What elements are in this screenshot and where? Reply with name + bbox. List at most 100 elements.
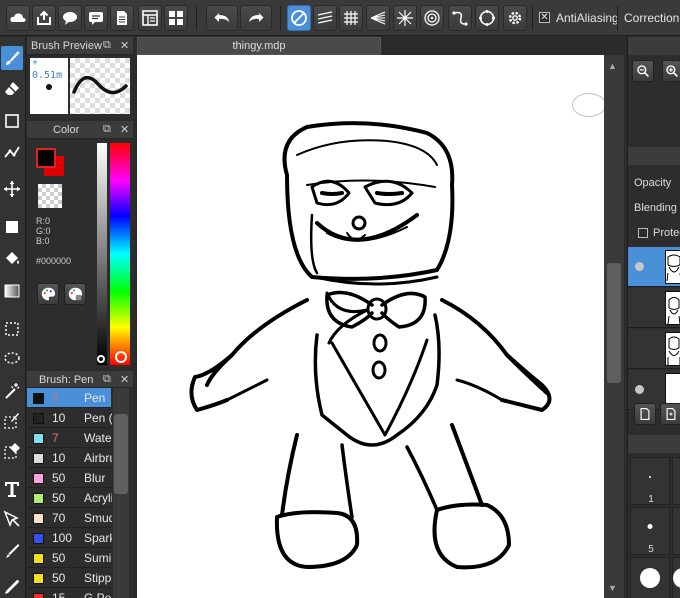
blending-label: Blending	[634, 202, 677, 214]
protect-alpha-checkbox[interactable]	[638, 228, 648, 238]
operation-tool-icon[interactable]	[1, 507, 23, 531]
canvas-vertical-scrollbar[interactable]: ▲ ▼	[604, 55, 624, 598]
pen-pick-tool-icon[interactable]	[1, 540, 23, 564]
layer-thumbnail	[665, 332, 680, 366]
hue-marker[interactable]	[115, 351, 127, 363]
brush-row[interactable]: 70 Smudge	[27, 508, 112, 528]
layout-icon[interactable]	[138, 5, 162, 31]
redo-icon[interactable]	[240, 5, 272, 31]
brush-row[interactable]: 10 Airbrush	[27, 448, 112, 468]
new-layer-options-icon[interactable]	[660, 403, 680, 425]
toolbar-divider	[617, 6, 618, 30]
transparent-color-swatch[interactable]	[38, 184, 62, 208]
magic-wand-tool-icon[interactable]	[1, 379, 23, 403]
palette-icon[interactable]	[37, 283, 59, 305]
brush-size-cell[interactable]: 1	[630, 457, 670, 505]
color-panel: R:0 G:0 B:0 #000000	[27, 140, 133, 368]
export-icon[interactable]	[32, 5, 56, 31]
new-layer-icon[interactable]	[634, 403, 656, 425]
brush-size-cell[interactable]: 5	[630, 507, 670, 555]
brush-size-dot	[647, 524, 653, 529]
brush-row[interactable]: 50 Blur	[27, 468, 111, 488]
drawing-canvas[interactable]	[137, 55, 604, 598]
layer-row[interactable]	[628, 288, 680, 328]
ellipse-snap-icon[interactable]	[475, 5, 499, 31]
brightness-slider[interactable]	[97, 143, 107, 365]
hex-value[interactable]: #000000	[36, 256, 71, 266]
fill-rect-tool-icon[interactable]	[1, 215, 23, 239]
snap-settings-icon[interactable]	[503, 5, 527, 31]
brush-row[interactable]: 100 Sparkle	[27, 528, 112, 548]
brush-row[interactable]: 7 Watercolor	[27, 428, 112, 448]
brush-color-swatch	[33, 413, 44, 424]
brush-row[interactable]: 15 G Pen	[27, 588, 112, 598]
move-tool-icon[interactable]	[1, 177, 23, 201]
close-icon[interactable]: ✕	[120, 123, 129, 136]
brush-name: Sparkle	[84, 531, 112, 545]
eye-icon[interactable]	[635, 385, 644, 394]
gradient-tool-icon[interactable]	[1, 279, 23, 303]
circle-snap-icon[interactable]	[420, 5, 444, 31]
select-pen-tool-icon[interactable]	[1, 409, 23, 433]
brush-color-swatch	[33, 533, 44, 544]
layer-row[interactable]	[628, 247, 680, 287]
brush-tool-icon[interactable]	[1, 46, 23, 70]
grid-snap-icon[interactable]	[339, 5, 363, 31]
brush-size-cell[interactable]	[672, 557, 680, 598]
brush-row[interactable]: 50 Sumi	[27, 548, 111, 568]
hue-slider[interactable]	[110, 143, 130, 365]
antialiasing-checkbox[interactable]: ✕	[539, 12, 550, 23]
message-icon[interactable]	[84, 5, 108, 31]
polyline-tool-icon[interactable]	[1, 140, 23, 164]
brush-row[interactable]: 10 Pen (	[27, 408, 112, 428]
correction-label[interactable]: Correction	[624, 11, 679, 25]
brush-size-cell[interactable]	[672, 507, 680, 555]
zoom-in-icon[interactable]	[662, 60, 680, 82]
curve-snap-icon[interactable]	[448, 5, 472, 31]
scroll-down-arrow-icon[interactable]: ▼	[608, 583, 617, 593]
bucket-tool-icon[interactable]	[1, 247, 23, 271]
parallel-snap-icon[interactable]	[313, 5, 337, 31]
canvas-scroll-thumb[interactable]	[607, 263, 621, 383]
rectangle-tool-icon[interactable]	[1, 109, 23, 133]
scroll-up-arrow-icon[interactable]: ▲	[608, 61, 617, 71]
snap-off-icon[interactable]	[287, 5, 311, 31]
brush-name: Blur	[84, 471, 106, 485]
lasso-tool-icon[interactable]	[1, 347, 23, 371]
popout-icon[interactable]: ⧉	[103, 373, 111, 386]
text-tool-icon[interactable]	[1, 477, 23, 501]
cloud-icon[interactable]	[6, 5, 30, 31]
popout-icon[interactable]: ⧉	[103, 123, 111, 136]
popout-icon[interactable]: ⧉	[103, 39, 111, 52]
zoom-out-icon[interactable]	[632, 60, 654, 82]
eyedropper-tool-icon[interactable]	[1, 575, 23, 598]
brush-name: Pen (	[84, 411, 112, 425]
brush-row[interactable]: 7 Pen	[27, 388, 111, 408]
layer-row[interactable]	[628, 329, 680, 369]
select-tool-icon[interactable]	[1, 317, 23, 341]
brush-size-cell[interactable]	[672, 457, 680, 505]
select-eraser-tool-icon[interactable]	[1, 439, 23, 463]
palette-settings-icon[interactable]	[64, 283, 86, 305]
eraser-tool-icon[interactable]	[1, 77, 23, 101]
document-tab-bar: thingy.mdp	[137, 37, 627, 55]
brush-color-swatch	[33, 593, 44, 598]
brightness-marker[interactable]	[97, 355, 105, 363]
radial-snap-icon[interactable]	[393, 5, 417, 31]
eye-icon[interactable]	[635, 262, 644, 271]
brush-list-scrollbar[interactable]	[113, 388, 129, 598]
chat-icon[interactable]	[58, 5, 82, 31]
close-icon[interactable]: ✕	[120, 39, 129, 52]
panels-grid-icon[interactable]	[164, 5, 188, 31]
document-tab[interactable]: thingy.mdp	[137, 37, 381, 55]
perspective-snap-icon[interactable]	[366, 5, 390, 31]
undo-icon[interactable]	[206, 5, 238, 31]
brush-row[interactable]: 50 Stipple	[27, 568, 112, 588]
foreground-color-swatch[interactable]	[36, 148, 56, 168]
close-icon[interactable]: ✕	[120, 373, 129, 386]
brush-row[interactable]: 50 Acrylic	[27, 488, 112, 508]
brush-list-scroll-thumb[interactable]	[114, 414, 128, 494]
brush-size: 50	[52, 571, 66, 585]
brush-size-cell[interactable]	[630, 557, 670, 598]
document-icon[interactable]	[110, 5, 134, 31]
